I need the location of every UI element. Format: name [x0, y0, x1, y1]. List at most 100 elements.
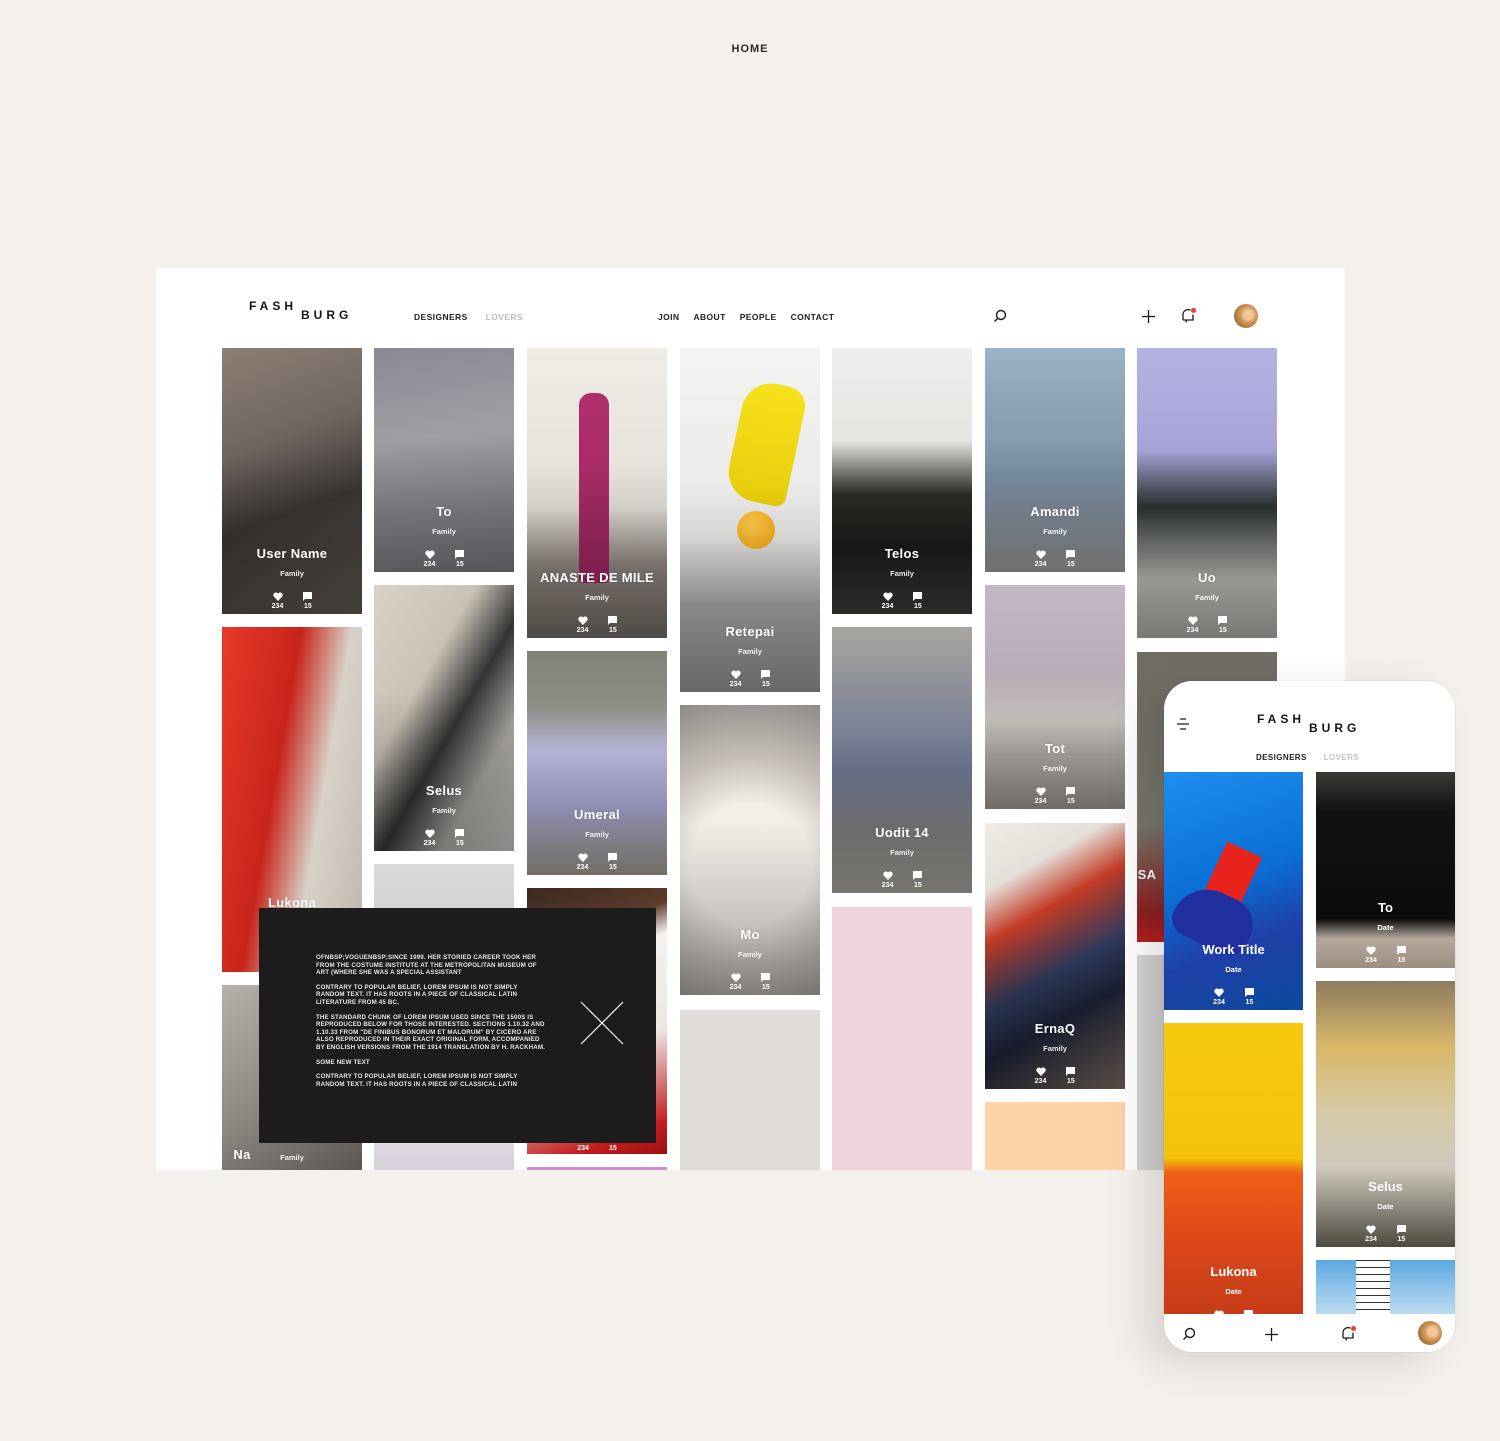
avatar[interactable] — [1418, 1321, 1442, 1345]
likes-count: 234 — [423, 840, 436, 847]
comments[interactable]: 15 — [455, 829, 465, 847]
avatar[interactable] — [1234, 304, 1258, 328]
comments[interactable]: 15 — [913, 871, 923, 889]
comments[interactable]: 15 — [913, 592, 923, 610]
card-subtitle: Family — [890, 848, 914, 857]
comments[interactable]: 15 — [608, 853, 618, 871]
likes[interactable]: 234 — [730, 670, 741, 688]
nav-about[interactable]: ABOUT — [693, 312, 725, 322]
comment-icon — [761, 670, 771, 679]
search-button[interactable] — [992, 308, 1008, 324]
likes[interactable]: 234 — [730, 973, 741, 991]
likes[interactable]: 234 — [882, 592, 893, 610]
add-button[interactable] — [1263, 1326, 1279, 1342]
likes[interactable]: 234 — [1187, 616, 1198, 634]
logo[interactable]: FASH BURG — [249, 300, 352, 321]
card-title: Amandi — [1030, 504, 1080, 519]
likes[interactable]: 234 — [577, 853, 588, 871]
mobile-screen: FASH BURG DESIGNERS LOVERS Work Title Da… — [1164, 681, 1455, 1352]
card[interactable]: Tot Family 234 15 — [985, 585, 1125, 809]
likes-count: 234 — [1365, 1236, 1377, 1243]
tab-lovers[interactable]: LOVERS — [486, 312, 523, 322]
card[interactable]: Uo Family 234 15 — [1137, 348, 1277, 638]
card[interactable] — [680, 1010, 820, 1170]
card-subtitle: Family — [738, 647, 762, 656]
likes[interactable]: 234 — [577, 1145, 589, 1152]
tab-designers[interactable]: DESIGNERS — [414, 312, 468, 322]
card-info: ErnaQ Family 234 15 — [985, 1021, 1125, 1085]
card-title: To — [436, 504, 452, 519]
likes[interactable]: 234 — [1035, 787, 1046, 805]
heart-icon — [1035, 550, 1046, 559]
likes-count: 234 — [271, 603, 284, 610]
card-info: Work Title Date 234 15 — [1164, 942, 1303, 1006]
bottom-tab-bar — [1164, 1314, 1455, 1352]
search-button[interactable] — [1181, 1326, 1197, 1342]
card[interactable]: Umeral Family 234 15 — [527, 651, 667, 875]
comments[interactable]: 15 — [761, 670, 771, 688]
likes[interactable]: 234 — [1365, 1225, 1377, 1243]
card-subtitle: Family — [585, 593, 609, 602]
likes-count: 234 — [1365, 957, 1377, 964]
comments[interactable]: 15 — [1396, 946, 1406, 964]
comments[interactable]: 15 — [761, 973, 771, 991]
nav-contact[interactable]: CONTACT — [791, 312, 835, 322]
tab-designers[interactable]: DESIGNERS — [1256, 753, 1307, 762]
nav-people[interactable]: PEOPLE — [740, 312, 777, 322]
modal-text: OFNBSP;VOGUENBSP;SINCE 1999. HER STORIED… — [316, 954, 546, 1095]
comments-count: 15 — [455, 840, 464, 847]
close-button[interactable] — [580, 1001, 624, 1045]
likes[interactable]: 234 — [577, 616, 588, 634]
card[interactable]: Amandi Family 234 15 — [985, 348, 1125, 572]
card-stats: 234 15 — [832, 871, 972, 889]
add-button[interactable] — [1140, 308, 1156, 324]
comments[interactable]: 15 — [1218, 616, 1228, 634]
heart-icon — [1366, 946, 1376, 955]
card[interactable]: Mo Family 234 15 — [680, 705, 820, 995]
notifications-button[interactable] — [1339, 1325, 1357, 1343]
nav-join[interactable]: JOIN — [658, 312, 679, 322]
likes[interactable]: 234 — [1035, 550, 1046, 568]
logo[interactable]: FASH BURG — [1257, 713, 1360, 734]
card[interactable] — [832, 907, 972, 1170]
likes[interactable]: 234 — [1035, 1067, 1046, 1085]
likes[interactable]: 234 — [424, 550, 435, 568]
likes[interactable]: 234 — [1213, 988, 1225, 1006]
notifications-button[interactable] — [1179, 307, 1197, 325]
comments[interactable]: 15 — [1066, 787, 1076, 805]
comments[interactable]: 15 — [609, 1145, 617, 1152]
card[interactable]: Telos Family 234 15 — [832, 348, 972, 614]
card[interactable]: ANASTE DE MILE Family 234 15 — [527, 348, 667, 638]
card[interactable]: Retepai Family 234 15 — [680, 348, 820, 692]
likes[interactable]: 234 — [882, 871, 893, 889]
card[interactable]: Selus Date 234 15 — [1316, 981, 1455, 1247]
card-title: ANASTE DE MILE — [540, 570, 654, 585]
card[interactable]: To Date 234 15 — [1316, 772, 1455, 968]
comments[interactable]: 15 — [1066, 550, 1076, 568]
card[interactable]: Selus Family 234 15 — [374, 585, 514, 851]
comments[interactable]: 15 — [1066, 1067, 1076, 1085]
card[interactable] — [527, 1167, 667, 1170]
logo-line-2: BURG — [1309, 721, 1361, 735]
comments[interactable]: 15 — [303, 592, 313, 610]
card[interactable]: Uodit 14 Family 234 15 — [832, 627, 972, 893]
card[interactable]: To Family 234 15 — [374, 348, 514, 572]
likes[interactable]: 234 — [271, 592, 284, 610]
comments[interactable]: 15 — [608, 616, 618, 634]
comments[interactable]: 15 — [455, 550, 465, 568]
card[interactable]: User Name Family 234 15 — [222, 348, 362, 614]
tab-lovers[interactable]: LOVERS — [1324, 753, 1359, 762]
likes[interactable]: 234 — [1365, 946, 1377, 964]
comments[interactable]: 15 — [1396, 1225, 1406, 1243]
card-stats: 234 15 — [1316, 946, 1455, 964]
likes[interactable]: 234 — [423, 829, 436, 847]
comments[interactable]: 15 — [1244, 988, 1254, 1006]
card-title: Tot — [1044, 741, 1066, 756]
card-info: Telos Family 234 15 — [832, 546, 972, 610]
card[interactable] — [985, 1102, 1125, 1170]
card[interactable]: Work Title Date 234 15 — [1164, 772, 1303, 1010]
card-stats: 234 15 — [1137, 616, 1277, 634]
menu-button[interactable] — [1176, 717, 1190, 731]
card[interactable]: ErnaQ Family 234 15 — [985, 823, 1125, 1089]
card[interactable]: Lukona Date — [1164, 1023, 1303, 1323]
